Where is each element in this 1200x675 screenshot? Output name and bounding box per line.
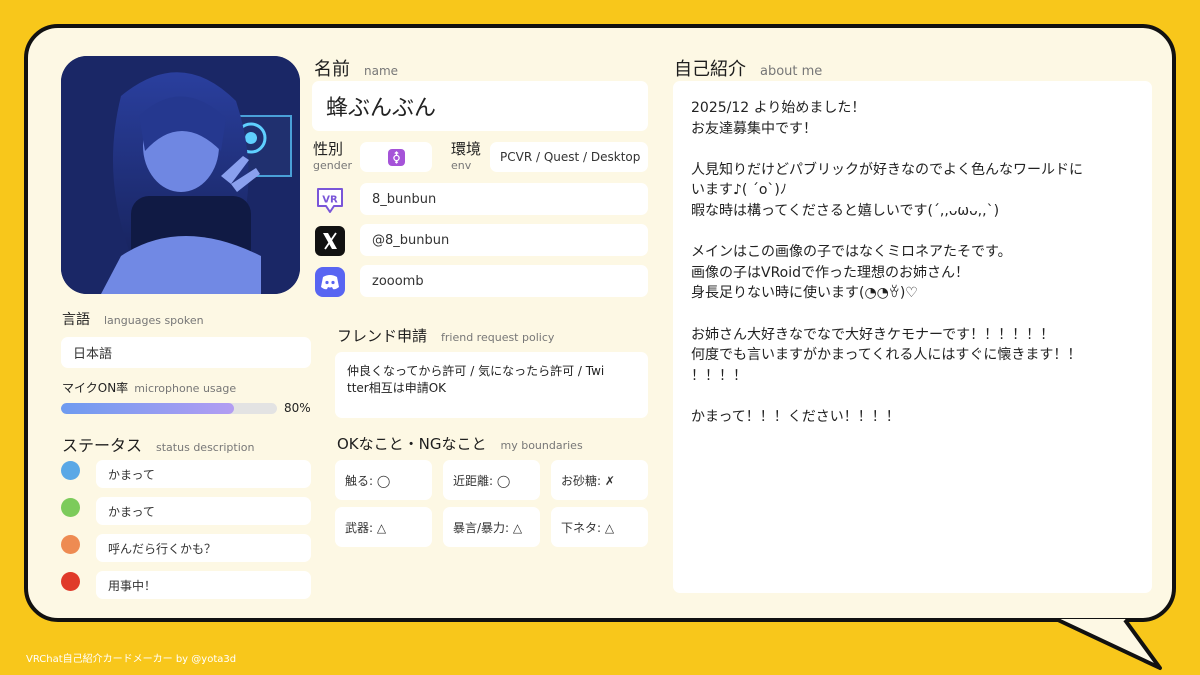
status-color-dot [61, 535, 80, 554]
vrchat-icon: VR [313, 183, 347, 217]
about-line: お友達募集中です！ [691, 120, 817, 137]
about-line: お姉さん大好きなでなで大好きケモナーです！！！！！！ [691, 326, 1055, 343]
discord-icon [313, 265, 347, 299]
friend-policy-line-2: tter相互は申請OK [347, 381, 447, 395]
about-line [691, 304, 1134, 325]
status-color-dot [61, 498, 80, 517]
boundary-item: 武器: △ [335, 507, 432, 547]
name-value: 蜂ぶんぶん [326, 96, 437, 121]
svg-text:VR: VR [322, 195, 338, 206]
about-line: 何度でも言いますがかまってくれる人にはすぐに懐きます！！ [691, 347, 1082, 364]
boundaries-heading: OKなこと・NGなこと my boundaries [337, 435, 583, 453]
friend-policy-line-1: 仲良くなってから許可 / 気になったら許可 / Twi [347, 364, 605, 378]
gender-field [360, 142, 432, 172]
boundary-item: 暴言/暴力: △ [443, 507, 540, 547]
x-icon [313, 224, 347, 258]
x-handle: @8_bunbun [372, 232, 450, 248]
microphone-heading: マイクON率 microphone usage [62, 381, 237, 395]
status-item-text: かまって [108, 504, 155, 519]
status-item: かまって [96, 497, 311, 525]
env-field: PCVR / Quest / Desktop [490, 142, 648, 172]
about-line: 暇な時は構ってくださると嬉しいです(ˊ,,ᴗωᴗ,,ˋ) [691, 202, 1000, 219]
about-line [691, 222, 1134, 243]
status-heading: ステータス status description [62, 436, 255, 455]
status-color-dot [61, 461, 80, 480]
boundary-item-text: 武器: △ [345, 520, 387, 535]
about-line: います♪( ´o`)ﾉ [691, 182, 787, 199]
boundary-item-text: 下ネタ: △ [561, 520, 615, 535]
about-text-box: 2025/12 より始めました！ お友達募集中です！ 人見知りだけどパブリックが好… [673, 81, 1152, 593]
vrchat-id-field: 8_bunbun [360, 183, 648, 215]
discord-id: zooomb [372, 273, 424, 289]
about-line: 2025/12 より始めました！ [691, 100, 866, 116]
languages-value: 日本語 [73, 347, 113, 362]
microphone-bar [61, 403, 277, 414]
about-line [691, 139, 1134, 160]
name-heading: 名前 name [314, 59, 399, 80]
status-color-dot [61, 572, 80, 591]
status-item: 呼んだら行くかも？ [96, 534, 311, 562]
about-line: 人見知りだけどパブリックが好きなのでよく色んなワールドに [691, 161, 1083, 178]
boundary-item-text: 暴言/暴力: △ [453, 520, 523, 535]
transgender-icon [387, 148, 405, 166]
about-line [691, 386, 1134, 407]
boundary-item-text: 近距離: ◯ [453, 473, 511, 488]
about-heading: 自己紹介 about me [674, 59, 823, 80]
vrchat-id: 8_bunbun [372, 191, 437, 207]
about-line: ！！！！ [691, 367, 747, 384]
gender-heading: 性別 gender [313, 140, 352, 172]
footer-credit: VRChat自己紹介カードメーカー by @yota3d [26, 654, 237, 665]
status-item-text: 呼んだら行くかも？ [108, 541, 217, 556]
friend-heading: フレンド申請 friend request policy [337, 327, 555, 345]
about-line: メインはこの画像の子ではなくミロネアたそです。 [691, 244, 1012, 261]
env-heading: 環境 env [451, 140, 482, 172]
name-field: 蜂ぶんぶん [312, 81, 648, 131]
boundary-item: 下ネタ: △ [551, 507, 648, 547]
status-item: かまって [96, 460, 311, 488]
boundary-item-text: 触る: ◯ [345, 473, 391, 488]
about-line: 身長足りない時に使います(◔◔ꈊ)♡ [691, 285, 918, 302]
env-value: PCVR / Quest / Desktop [500, 150, 641, 164]
boundary-item-text: お砂糖: ✗ [561, 473, 615, 488]
discord-id-field: zooomb [360, 265, 648, 297]
status-item-text: 用事中！ [108, 578, 157, 593]
microphone-bar-fill [61, 403, 234, 414]
languages-field: 日本語 [61, 337, 311, 368]
languages-heading: 言語 languages spoken [62, 312, 204, 328]
avatar [61, 56, 300, 294]
friend-policy-field: 仲良くなってから許可 / 気になったら許可 / Twi tter相互は申請OK [335, 352, 648, 418]
boundary-item: 触る: ◯ [335, 460, 432, 500]
about-line: 画像の子はVRoidで作った理想のお姉さん！ [691, 264, 970, 281]
microphone-value: 80% [284, 401, 311, 415]
status-item-text: かまって [108, 467, 155, 482]
boundary-item: 近距離: ◯ [443, 460, 540, 500]
boundary-item: お砂糖: ✗ [551, 460, 648, 500]
x-handle-field: @8_bunbun [360, 224, 648, 256]
about-line: かまって！！！ください！！！！ [691, 408, 900, 425]
status-item: 用事中！ [96, 571, 311, 599]
